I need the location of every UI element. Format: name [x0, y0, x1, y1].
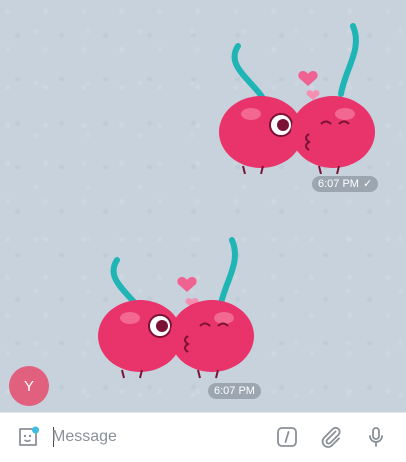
message-composer: [0, 412, 406, 462]
attach-icon[interactable]: [319, 425, 343, 449]
microphone-icon[interactable]: [364, 425, 388, 449]
message-1-time-badge: 6:07 PM ✓: [312, 176, 379, 192]
message-1-time: 6:07 PM: [318, 178, 359, 190]
message-2-time-badge: 6:07 PM: [208, 383, 261, 399]
cherry-sticker-2[interactable]: [92, 228, 262, 388]
sticker-icon[interactable]: [16, 425, 40, 449]
avatar-initial: Y: [23, 377, 34, 395]
chat-window: 6:07 PM ✓ 6:07 PM Y: [0, 0, 406, 462]
bot-command-icon[interactable]: [275, 425, 299, 449]
avatar[interactable]: Y: [9, 366, 49, 406]
read-check-icon: ✓: [362, 177, 373, 190]
message-input[interactable]: [52, 426, 242, 448]
message-2-time: 6:07 PM: [214, 385, 255, 397]
cherry-sticker-1[interactable]: [213, 14, 383, 174]
